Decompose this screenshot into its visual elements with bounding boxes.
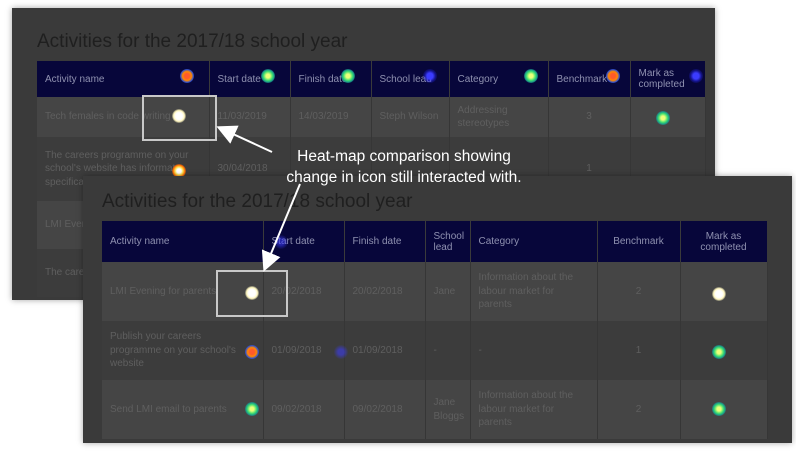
annotation-arrows xyxy=(216,125,301,272)
arrow-to-back-icon xyxy=(216,125,273,153)
arrow-to-front-icon xyxy=(261,183,301,272)
